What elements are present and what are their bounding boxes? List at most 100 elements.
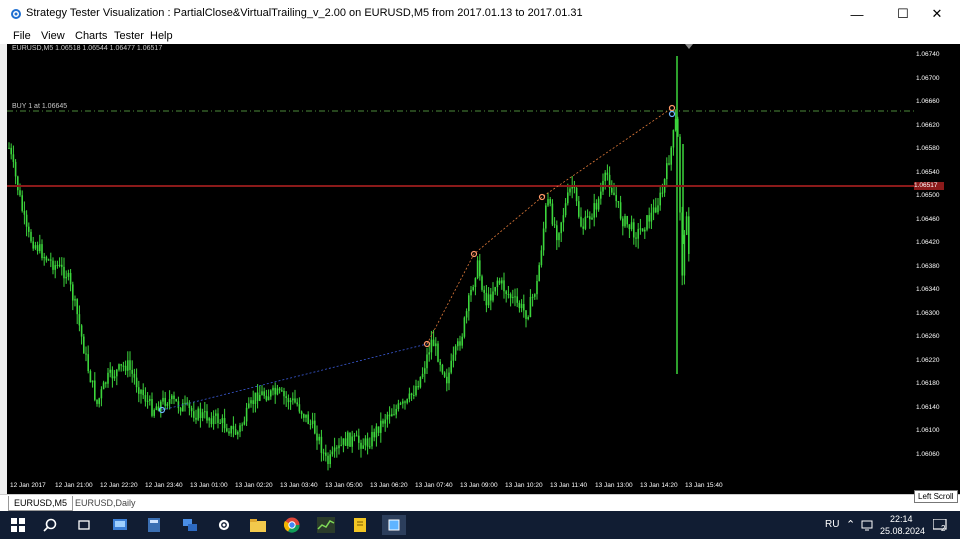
candle-body: [122, 365, 125, 367]
tab-eurusd-m5[interactable]: EURUSD,M5: [8, 496, 74, 511]
minimize-button[interactable]: —: [834, 0, 880, 28]
candle-body: [270, 390, 272, 397]
candle-body: [424, 368, 426, 374]
chart-area: EURUSD,M5 1.06518 1.06544 1.06477 1.0651…: [0, 44, 960, 494]
price-tick: 1.06180: [916, 380, 940, 387]
menu-view[interactable]: View: [41, 28, 65, 44]
candle-body: [272, 387, 274, 391]
candle-body: [666, 163, 668, 180]
candle-body: [492, 291, 494, 301]
chrome-icon[interactable]: [282, 515, 302, 535]
candle-body: [435, 343, 437, 347]
tester-window: Strategy Tester Visualization : PartialC…: [0, 0, 960, 512]
price-tick: 1.06380: [916, 262, 940, 270]
clock-time[interactable]: 22:14: [890, 514, 913, 524]
candle-body: [448, 372, 450, 384]
candle-body: [278, 388, 281, 391]
candle-body: [56, 265, 59, 267]
candle-body: [162, 397, 164, 402]
candle-body: [237, 431, 239, 435]
price-tick: 1.06260: [916, 333, 940, 340]
candle-body: [496, 280, 499, 288]
candle-body: [597, 198, 600, 210]
candle-body: [507, 293, 510, 295]
candle-body: [353, 435, 356, 437]
candle-body: [217, 413, 219, 424]
candle-body: [210, 418, 213, 425]
candle-body: [395, 408, 397, 415]
candle-body: [215, 413, 217, 416]
menu-bar: File View Charts Tester Help: [0, 28, 960, 44]
trade-line-orange: [426, 107, 673, 345]
title-bar[interactable]: Strategy Tester Visualization : PartialC…: [0, 0, 960, 28]
menu-charts[interactable]: Charts: [75, 28, 107, 44]
file-explorer-icon[interactable]: [248, 515, 268, 535]
calculator-icon[interactable]: [144, 515, 164, 535]
tester-app-icon[interactable]: [382, 515, 406, 535]
candle-body: [536, 281, 538, 295]
candle-body: [17, 176, 19, 191]
candle-body: [182, 403, 184, 412]
candle-body: [338, 445, 340, 449]
candle-body: [311, 420, 314, 425]
notes-icon[interactable]: [350, 515, 370, 535]
candle-body: [39, 244, 41, 252]
price-tick: 1.06340: [916, 286, 940, 293]
notification-icon[interactable]: [930, 515, 950, 535]
control-panel-icon[interactable]: [110, 515, 130, 535]
menu-tester[interactable]: Tester: [114, 28, 144, 44]
clock-date[interactable]: 25.08.2024: [880, 526, 925, 536]
metatrader-icon[interactable]: [316, 515, 336, 535]
price-tick: 1.06100: [916, 427, 940, 434]
search-icon[interactable]: [40, 515, 60, 535]
candle-body: [560, 222, 562, 234]
settings-gear-icon[interactable]: [214, 515, 234, 535]
candle-body: [369, 446, 371, 448]
network-tray-icon[interactable]: [860, 515, 874, 535]
candle-body: [657, 205, 659, 213]
trade-marker: [668, 110, 676, 118]
candle-body: [441, 364, 444, 373]
time-tick: 12 Jan 21:00: [55, 482, 93, 489]
menu-file[interactable]: File: [13, 28, 31, 44]
task-view-icon[interactable]: [74, 515, 94, 535]
candle-body: [604, 172, 606, 181]
candle-body: [538, 265, 540, 282]
price-tick: 1.06460: [916, 215, 940, 223]
candle-body: [613, 192, 615, 196]
candle-body: [551, 203, 554, 225]
current-price-label: 1.06517: [914, 182, 944, 190]
menu-help[interactable]: Help: [150, 28, 173, 44]
candle-body: [474, 278, 477, 287]
candle-body: [494, 287, 496, 292]
price-tick: 1.06300: [916, 309, 940, 317]
chevron-up-icon[interactable]: ⌃: [846, 518, 855, 531]
candle-body: [646, 215, 648, 230]
tab-eurusd-daily[interactable]: EURUSD,Daily: [70, 496, 141, 510]
candle-body: [531, 296, 534, 298]
network-icon[interactable]: [180, 515, 200, 535]
candle-body: [261, 391, 263, 395]
candle-body: [593, 203, 595, 218]
window-title: Strategy Tester Visualization : PartialC…: [26, 7, 583, 19]
price-chart[interactable]: EURUSD,M5 1.06518 1.06544 1.06477 1.0651…: [7, 44, 914, 494]
candle-body: [672, 130, 675, 148]
candle-body: [76, 299, 78, 315]
candle-body: [263, 391, 265, 396]
candle-body: [661, 192, 664, 194]
candle-body: [221, 418, 224, 423]
time-tick: 13 Jan 13:00: [595, 482, 633, 489]
candle-body: [111, 369, 114, 379]
candle-body: [287, 398, 290, 403]
candle-body: [175, 399, 177, 402]
candle-body: [36, 245, 39, 252]
candle-body: [520, 304, 523, 309]
close-button[interactable]: ✕: [914, 0, 960, 28]
windows-start-icon[interactable]: [8, 515, 28, 535]
candle-body: [600, 191, 602, 199]
language-indicator[interactable]: RU: [825, 519, 839, 530]
candle-body: [386, 414, 389, 420]
candle-body: [199, 408, 202, 418]
candle-body: [650, 212, 653, 222]
app-gear-icon: [11, 9, 21, 19]
